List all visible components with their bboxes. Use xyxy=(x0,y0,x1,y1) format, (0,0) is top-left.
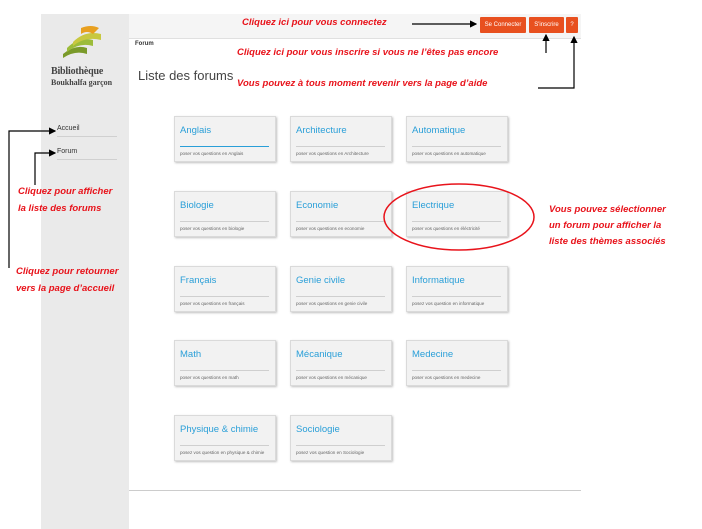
annotation-connect: Cliquez ici pour vous connectez xyxy=(242,17,387,28)
annotation-home-1: Cliquez pour retourner xyxy=(16,266,119,277)
home-arrow xyxy=(8,127,57,268)
annotation-forum-list-2: la liste des forums xyxy=(18,203,102,214)
annotation-select-3: liste des thèmes associés xyxy=(549,236,666,247)
highlight-ellipse xyxy=(383,183,535,251)
annotation-select-1: Vous pouvez sélectionner xyxy=(549,204,666,215)
forum-arrow xyxy=(34,149,57,185)
annotation-select-2: un forum pour afficher la xyxy=(549,220,662,231)
annotation-help: Vous pouvez à tous moment revenir vers l… xyxy=(237,78,488,89)
annotation-signup: Cliquez ici pour vous inscrire si vous n… xyxy=(237,47,499,58)
help-arrow xyxy=(538,35,578,89)
annotation-forum-list-1: Cliquez pour afficher xyxy=(18,186,113,197)
annotation-home-2: vers la page d’accueil xyxy=(16,283,115,294)
